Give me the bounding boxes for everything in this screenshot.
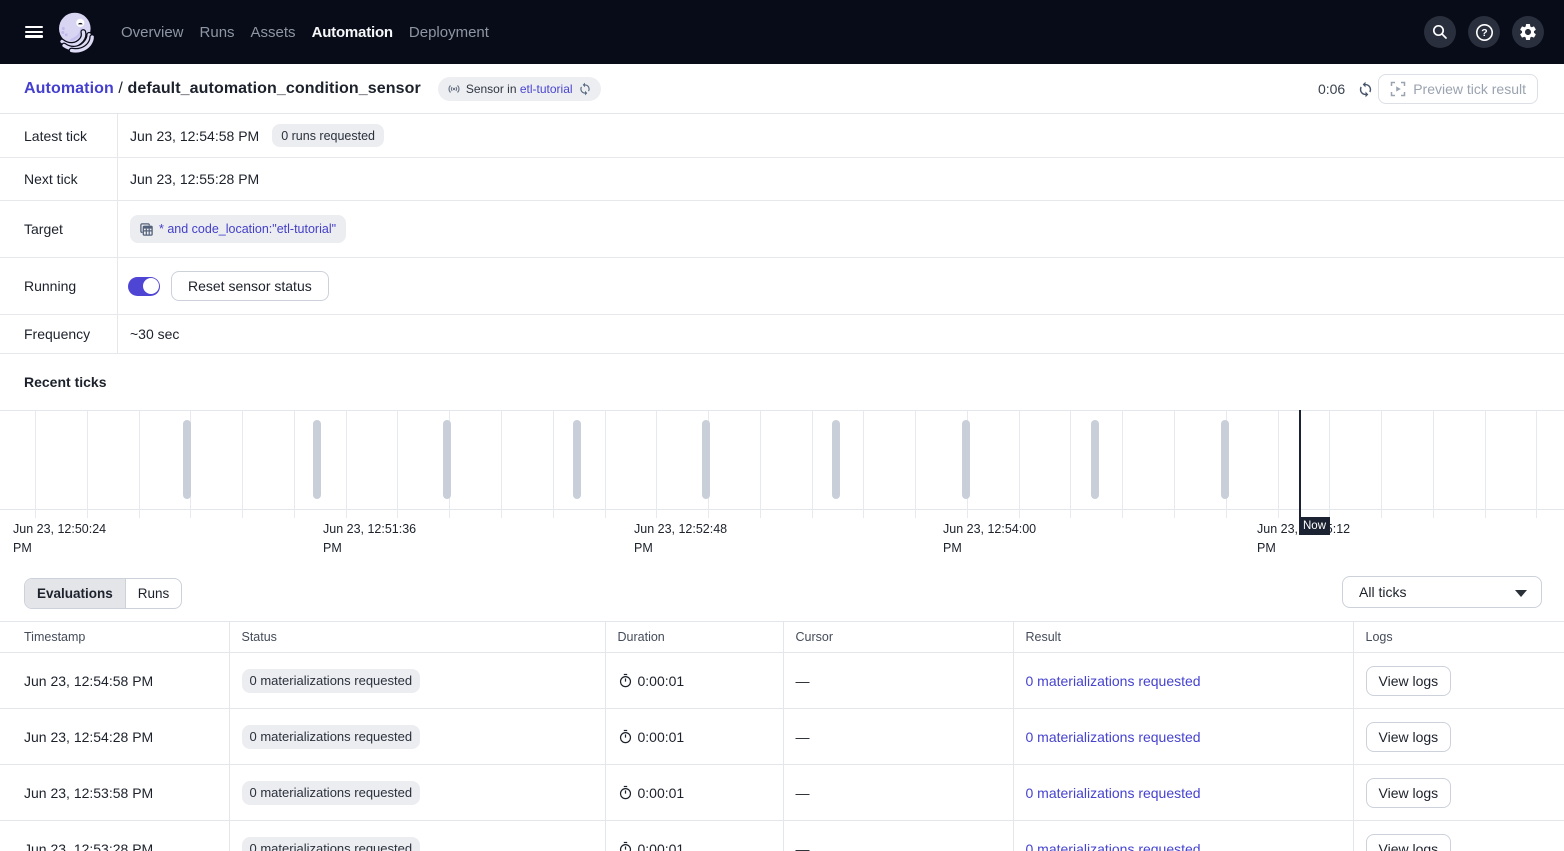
- svg-text:?: ?: [1481, 27, 1487, 39]
